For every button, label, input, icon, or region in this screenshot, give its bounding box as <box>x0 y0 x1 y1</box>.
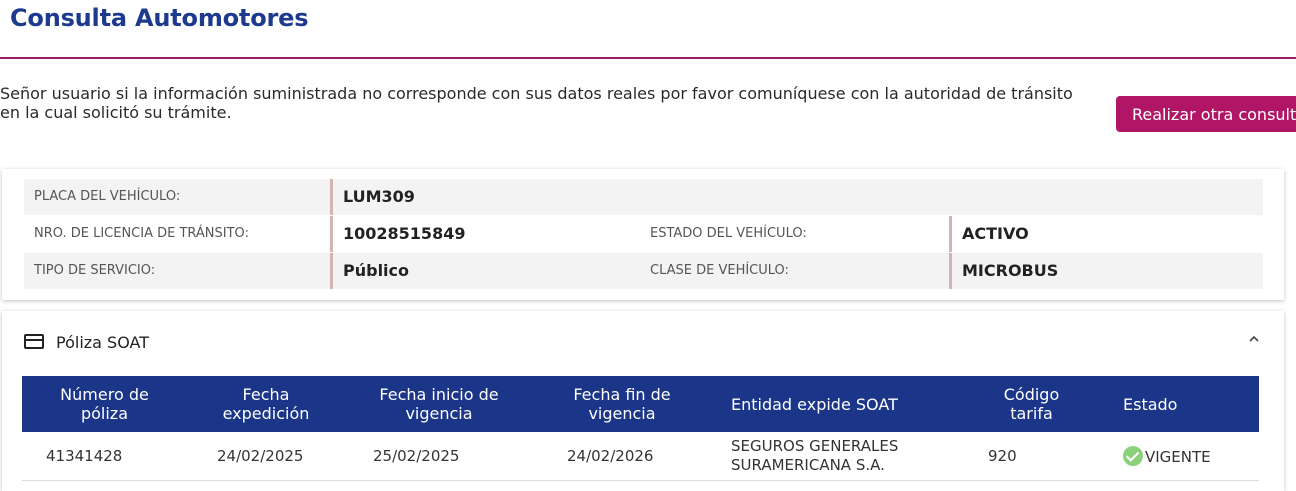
col-entity: Entidad expide SOAT <box>711 376 960 432</box>
vehicle-status-value: ACTIVO <box>949 216 1029 252</box>
col-issue-date-line2: expedición <box>222 404 310 423</box>
soat-section: Póliza SOAT Número de póliza Fecha exped… <box>2 311 1284 491</box>
vehicle-info-card: PLACA DEL VEHÍCULO: LUM309 NRO. DE LICEN… <box>2 169 1284 300</box>
license-value: 10028515849 <box>330 216 465 252</box>
vehicle-status-label: ESTADO DEL VEHÍCULO: <box>650 226 807 241</box>
col-policy-number-line2: póliza <box>80 404 129 423</box>
end-date-cell: 24/02/2026 <box>533 432 711 481</box>
vehicle-row-service: TIPO DE SERVICIO: Público CLASE DE VEHÍC… <box>24 253 1263 289</box>
table-row: 41341428 24/02/2025 25/02/2025 24/02/202… <box>22 432 1259 481</box>
status-badge: VIGENTE <box>1145 447 1211 466</box>
policy-number-cell: 41341428 <box>22 432 187 481</box>
notice-line-1: Señor usuario si la información suminist… <box>0 84 1073 103</box>
vehicle-row-license: NRO. DE LICENCIA DE TRÁNSITO: 1002851584… <box>24 216 1263 252</box>
chevron-up-icon[interactable] <box>1248 333 1260 345</box>
col-rate-code: Código tarifa <box>960 376 1103 432</box>
entity-line-2: SURAMERICANA S.A. <box>731 456 885 474</box>
plate-value: LUM309 <box>330 179 415 215</box>
status-cell: VIGENTE <box>1103 432 1259 481</box>
col-issue-date: Fecha expedición <box>187 376 345 432</box>
entity-line-1: SEGUROS GENERALES <box>731 437 899 455</box>
col-policy-number-line1: Número de <box>60 385 149 404</box>
soat-table-header-row: Número de póliza Fecha expedición Fecha … <box>22 376 1259 432</box>
vehicle-row-plate: PLACA DEL VEHÍCULO: LUM309 <box>24 179 1263 215</box>
col-status-line1: Estado <box>1123 394 1178 414</box>
license-label: NRO. DE LICENCIA DE TRÁNSITO: <box>34 226 249 241</box>
check-circle-icon <box>1123 445 1143 466</box>
col-end-date-line2: vigencia <box>588 404 656 423</box>
rate-code-cell: 920 <box>960 432 1103 481</box>
col-end-date-line1: Fecha fin de <box>573 385 671 404</box>
col-status: Estado <box>1103 376 1259 432</box>
entity-cell: SEGUROS GENERALES SURAMERICANA S.A. <box>711 432 960 481</box>
service-type-label: TIPO DE SERVICIO: <box>34 263 156 278</box>
notice-line-2: en la cual solicitó su trámite. <box>0 103 232 122</box>
soat-table: Número de póliza Fecha expedición Fecha … <box>22 376 1259 481</box>
credit-card-icon <box>24 334 44 349</box>
col-end-date: Fecha fin de vigencia <box>533 376 711 432</box>
page-title: Consulta Automotores <box>10 4 309 32</box>
soat-section-title: Póliza SOAT <box>56 333 149 352</box>
vehicle-class-label: CLASE DE VEHÍCULO: <box>650 263 789 278</box>
title-divider <box>0 57 1296 59</box>
start-date-cell: 25/02/2025 <box>345 432 533 481</box>
col-issue-date-line1: Fecha <box>242 385 290 404</box>
col-rate-code-line1: Código <box>1003 385 1060 404</box>
notice-text: Señor usuario si la información suminist… <box>0 84 1073 122</box>
vehicle-class-value: MICROBUS <box>949 253 1058 289</box>
service-type-value: Público <box>330 253 409 289</box>
issue-date-cell: 24/02/2025 <box>187 432 345 481</box>
col-policy-number: Número de póliza <box>22 376 187 432</box>
plate-label: PLACA DEL VEHÍCULO: <box>34 189 181 204</box>
new-query-button[interactable]: Realizar otra consulta <box>1116 96 1296 132</box>
col-start-date-line2: vigencia <box>405 404 473 423</box>
col-rate-code-line2: tarifa <box>1010 404 1053 423</box>
soat-section-header[interactable]: Póliza SOAT <box>24 333 149 352</box>
col-entity-line1: Entidad expide SOAT <box>731 394 898 414</box>
col-start-date-line1: Fecha inicio de <box>379 385 499 404</box>
col-start-date: Fecha inicio de vigencia <box>345 376 533 432</box>
